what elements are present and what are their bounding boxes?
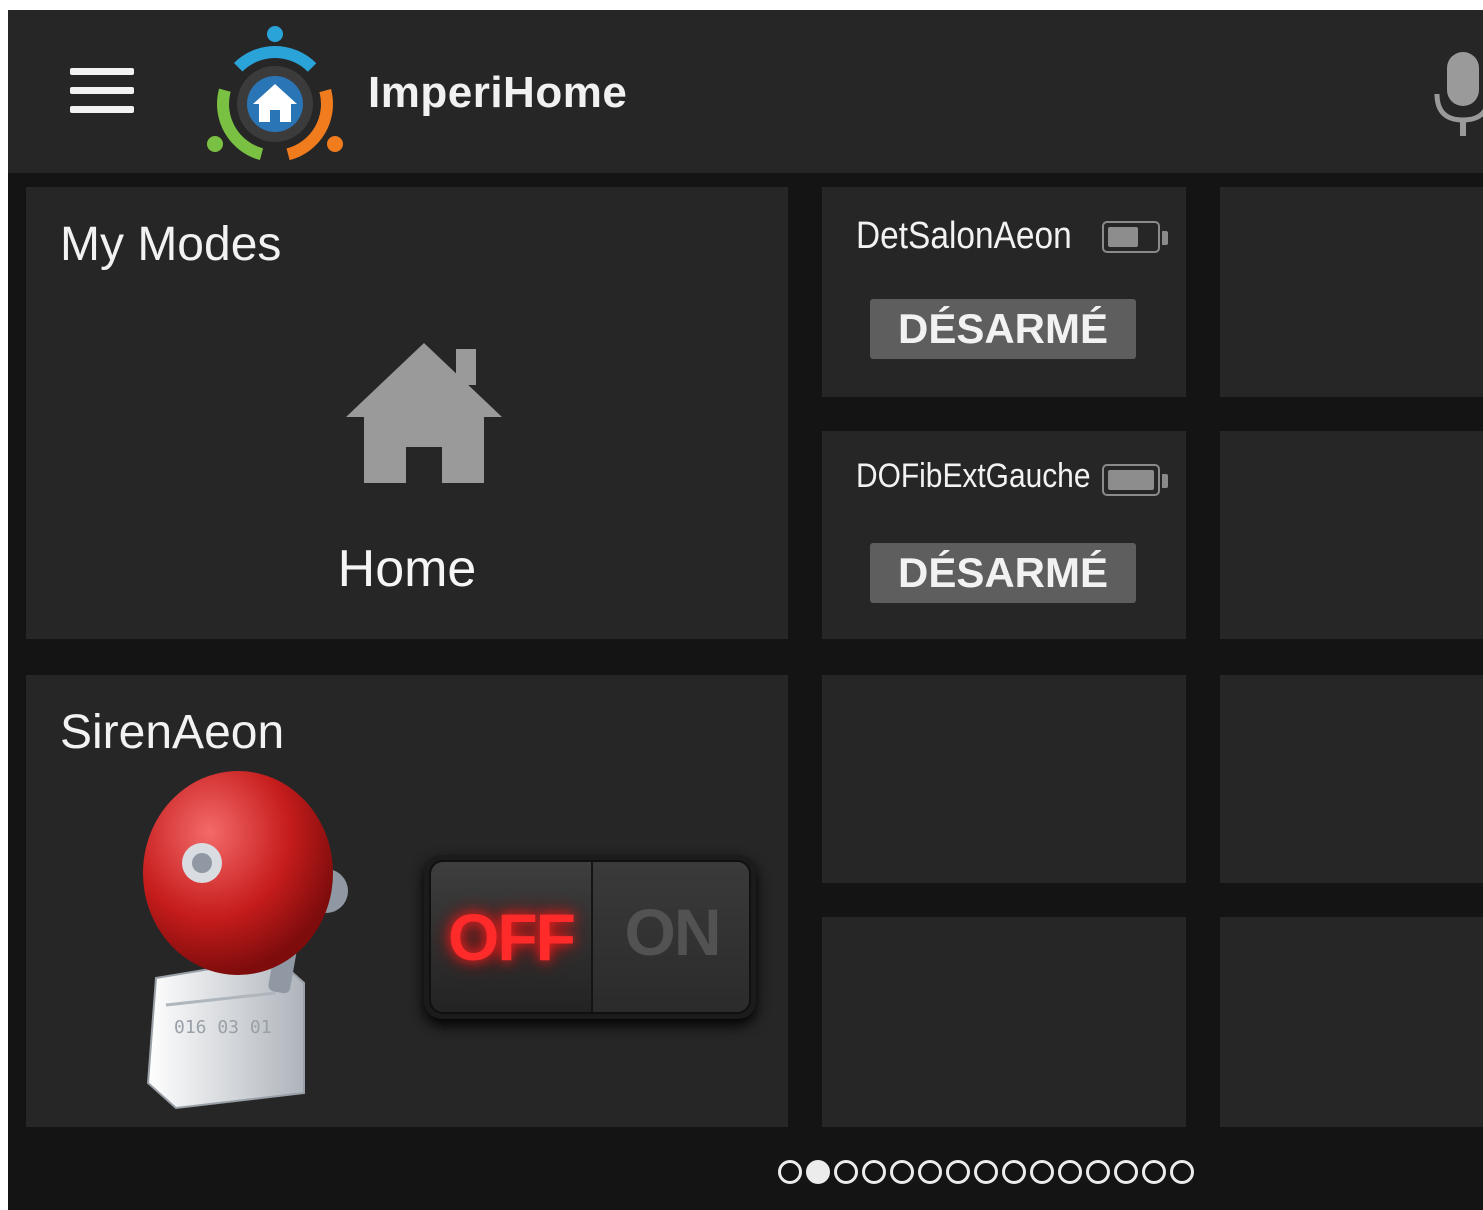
empty-tile xyxy=(1220,675,1483,883)
imperihome-logo-icon xyxy=(207,26,343,163)
siren-switch[interactable]: OFF ON xyxy=(424,855,756,1019)
siren-tile[interactable]: SirenAeon 016 03 01 OFF ON xyxy=(26,675,788,1127)
page-dot[interactable] xyxy=(1030,1160,1054,1184)
modes-tile-title: My Modes xyxy=(60,218,282,271)
page-dot[interactable] xyxy=(834,1160,858,1184)
switch-on-label: ON xyxy=(593,862,749,1012)
page-dot[interactable] xyxy=(946,1160,970,1184)
app-screen: ImperiHome My Modes Home DetSalonAeon DÉ… xyxy=(8,10,1483,1210)
mode-label: Home xyxy=(337,540,477,598)
svg-text:016 03 01: 016 03 01 xyxy=(174,1017,272,1038)
status-badge: DÉSARMÉ xyxy=(870,543,1136,603)
sensor-tile-dofibextgauche[interactable]: DOFibExtGauche DÉSARMÉ xyxy=(822,431,1186,639)
switch-off-label: OFF xyxy=(448,900,576,974)
status-badge: DÉSARMÉ xyxy=(870,299,1136,359)
page-dot[interactable] xyxy=(862,1160,886,1184)
page-dot[interactable] xyxy=(1058,1160,1082,1184)
page-dot[interactable] xyxy=(974,1160,998,1184)
empty-tile xyxy=(822,675,1186,883)
empty-tile xyxy=(1220,431,1483,639)
sensor-name: DOFibExtGauche xyxy=(856,457,1091,495)
page-dot[interactable] xyxy=(806,1160,830,1184)
page-dot[interactable] xyxy=(1086,1160,1110,1184)
house-icon xyxy=(346,343,502,483)
sensor-name: DetSalonAeon xyxy=(856,215,1072,257)
page-dot[interactable] xyxy=(1002,1160,1026,1184)
page-dot[interactable] xyxy=(778,1160,802,1184)
battery-icon xyxy=(1102,221,1168,255)
modes-tile[interactable]: My Modes Home xyxy=(26,187,788,639)
empty-tile xyxy=(1220,917,1483,1127)
page-dot[interactable] xyxy=(890,1160,914,1184)
sensor-tile-detsalonaeon[interactable]: DetSalonAeon DÉSARMÉ xyxy=(822,187,1186,397)
alarm-bell-icon: 016 03 01 xyxy=(143,771,348,1110)
app-bar: ImperiHome xyxy=(8,10,1483,173)
app-title: ImperiHome xyxy=(368,68,628,117)
empty-tile xyxy=(822,917,1186,1127)
page-dot[interactable] xyxy=(1142,1160,1166,1184)
page-dot[interactable] xyxy=(918,1160,942,1184)
empty-tile xyxy=(1220,187,1483,397)
siren-tile-title: SirenAeon xyxy=(60,706,285,759)
page-dot[interactable] xyxy=(1114,1160,1138,1184)
battery-icon xyxy=(1102,464,1168,498)
page-indicator[interactable] xyxy=(778,1160,1194,1186)
hamburger-menu-icon[interactable] xyxy=(70,68,134,114)
page-dot[interactable] xyxy=(1170,1160,1194,1184)
microphone-icon[interactable] xyxy=(1433,50,1483,140)
